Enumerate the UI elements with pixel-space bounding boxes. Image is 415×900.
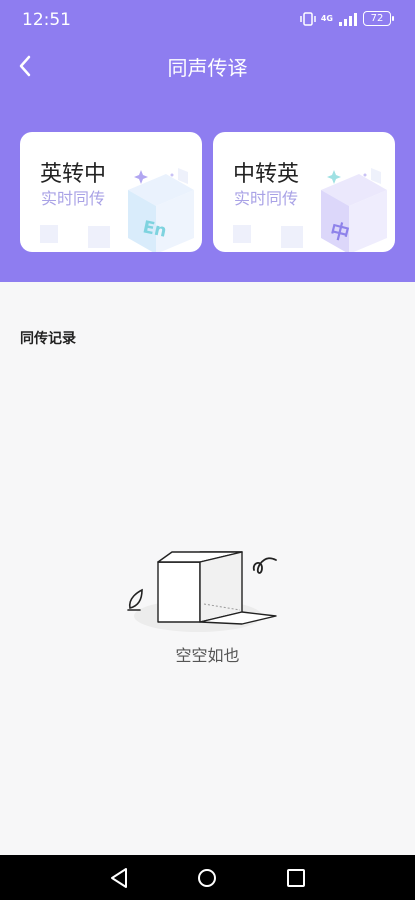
empty-box-icon — [127, 551, 277, 632]
battery-level: 72 — [370, 13, 384, 24]
empty-state-text: 空空如也 — [175, 646, 240, 665]
page-title: 同声传译 — [167, 56, 248, 80]
card-en-to-zh[interactable]: En 英转中 实时同传 — [20, 132, 202, 252]
header: 12:51 4G 72 同声传译 En 英转中 实时同传 中 中转英 实时同传 — [0, 0, 415, 282]
card-zh-to-en[interactable]: 中 中转英 实时同传 — [213, 132, 395, 252]
status-bar: 12:51 4G 72 — [0, 0, 415, 40]
status-icons: 4G 72 — [300, 11, 394, 26]
nav-back-icon[interactable] — [107, 865, 133, 891]
card-subtitle: 实时同传 — [234, 189, 299, 208]
status-time: 12:51 — [22, 10, 71, 30]
nav-recents-icon[interactable] — [283, 865, 309, 891]
nav-home-icon[interactable] — [194, 865, 220, 891]
network-label: 4G — [320, 14, 333, 23]
card-title: 英转中 — [40, 162, 107, 187]
system-nav-bar — [0, 855, 415, 900]
signal-icon — [339, 12, 357, 26]
card-title: 中转英 — [233, 162, 300, 187]
card-subtitle: 实时同传 — [41, 189, 106, 208]
battery-icon: 72 — [363, 11, 394, 26]
vibrate-icon — [300, 11, 316, 26]
records-section-title: 同传记录 — [20, 331, 76, 347]
